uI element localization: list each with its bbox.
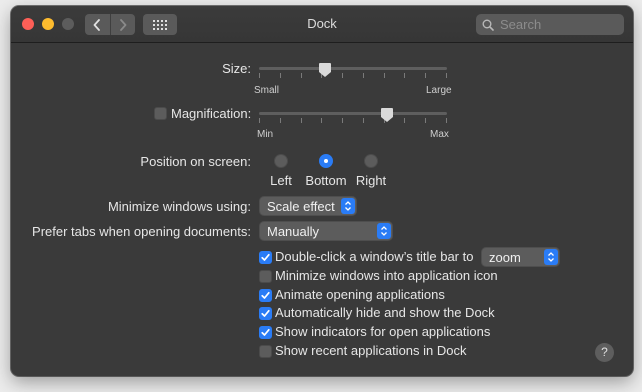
slider-tick <box>363 118 364 123</box>
size-max-label: Large <box>426 85 452 96</box>
slider-tick <box>259 118 260 123</box>
indicators-label: Show indicators for open applications <box>275 324 491 339</box>
magnification-min-label: Min <box>257 129 274 140</box>
minimize-into-icon-label: Minimize windows into application icon <box>275 268 498 283</box>
popup-arrows-icon <box>341 198 355 214</box>
slider-tick <box>301 73 302 78</box>
title-bar: Dock <box>11 6 633 43</box>
preferences-window: Dock Size: Small Large Magnification: Mi… <box>11 6 633 376</box>
slider-tick <box>321 118 322 123</box>
size-slider[interactable] <box>259 67 447 70</box>
position-right-radio[interactable] <box>364 154 378 168</box>
position-bottom-radio[interactable] <box>319 154 333 168</box>
size-slider-ticks <box>259 73 447 79</box>
slider-tick <box>363 73 364 78</box>
magnification-slider[interactable] <box>259 112 447 115</box>
popup-arrows-icon <box>544 249 558 265</box>
double-click-checkbox[interactable] <box>259 251 272 264</box>
magnification-checkbox[interactable] <box>154 107 167 120</box>
search-input[interactable] <box>498 16 620 33</box>
minimize-label: Minimize windows using: <box>107 199 251 214</box>
slider-tick <box>342 73 343 78</box>
minimize-into-icon-checkbox[interactable] <box>259 270 272 283</box>
size-label: Size: <box>222 61 251 76</box>
help-button[interactable]: ? <box>595 343 614 362</box>
slider-tick <box>280 73 281 78</box>
double-click-action-value: zoom <box>489 250 521 265</box>
slider-tick <box>425 73 426 78</box>
slider-tick <box>342 118 343 123</box>
slider-tick <box>384 73 385 78</box>
magnification-slider-thumb[interactable] <box>380 107 394 123</box>
slider-tick <box>301 118 302 123</box>
autohide-label: Automatically hide and show the Dock <box>275 305 495 320</box>
search-field[interactable] <box>476 14 624 35</box>
slider-tick <box>446 73 447 78</box>
slider-tick <box>404 73 405 78</box>
indicators-checkbox[interactable] <box>259 326 272 339</box>
prefer-tabs-value: Manually <box>267 224 320 239</box>
slider-tick <box>425 118 426 123</box>
magnification-slider-ticks <box>259 118 447 124</box>
slider-tick <box>404 118 405 123</box>
search-icon <box>482 19 494 31</box>
slider-tick <box>259 73 260 78</box>
minimize-effect-value: Scale effect <box>267 199 335 214</box>
magnification-label: Magnification: <box>171 106 252 121</box>
magnification-max-label: Max <box>430 129 449 140</box>
minimize-effect-popup[interactable]: Scale effect <box>259 196 357 216</box>
position-right-label: Right <box>355 173 387 188</box>
position-label: Position on screen: <box>140 154 251 169</box>
animate-label: Animate opening applications <box>275 287 445 302</box>
size-slider-thumb[interactable] <box>318 62 332 78</box>
animate-checkbox[interactable] <box>259 289 272 302</box>
double-click-action-popup[interactable]: zoom <box>481 247 560 267</box>
prefer-tabs-label: Prefer tabs when opening documents: <box>32 224 251 239</box>
slider-tick <box>446 118 447 123</box>
slider-tick <box>280 118 281 123</box>
autohide-checkbox[interactable] <box>259 307 272 320</box>
position-left-radio[interactable] <box>274 154 288 168</box>
recent-apps-label: Show recent applications in Dock <box>275 343 467 358</box>
size-min-label: Small <box>254 85 280 96</box>
prefer-tabs-popup[interactable]: Manually <box>259 221 393 241</box>
double-click-label: Double-click a window’s title bar to <box>275 249 474 264</box>
recent-apps-checkbox[interactable] <box>259 345 272 358</box>
popup-arrows-icon <box>377 223 391 239</box>
